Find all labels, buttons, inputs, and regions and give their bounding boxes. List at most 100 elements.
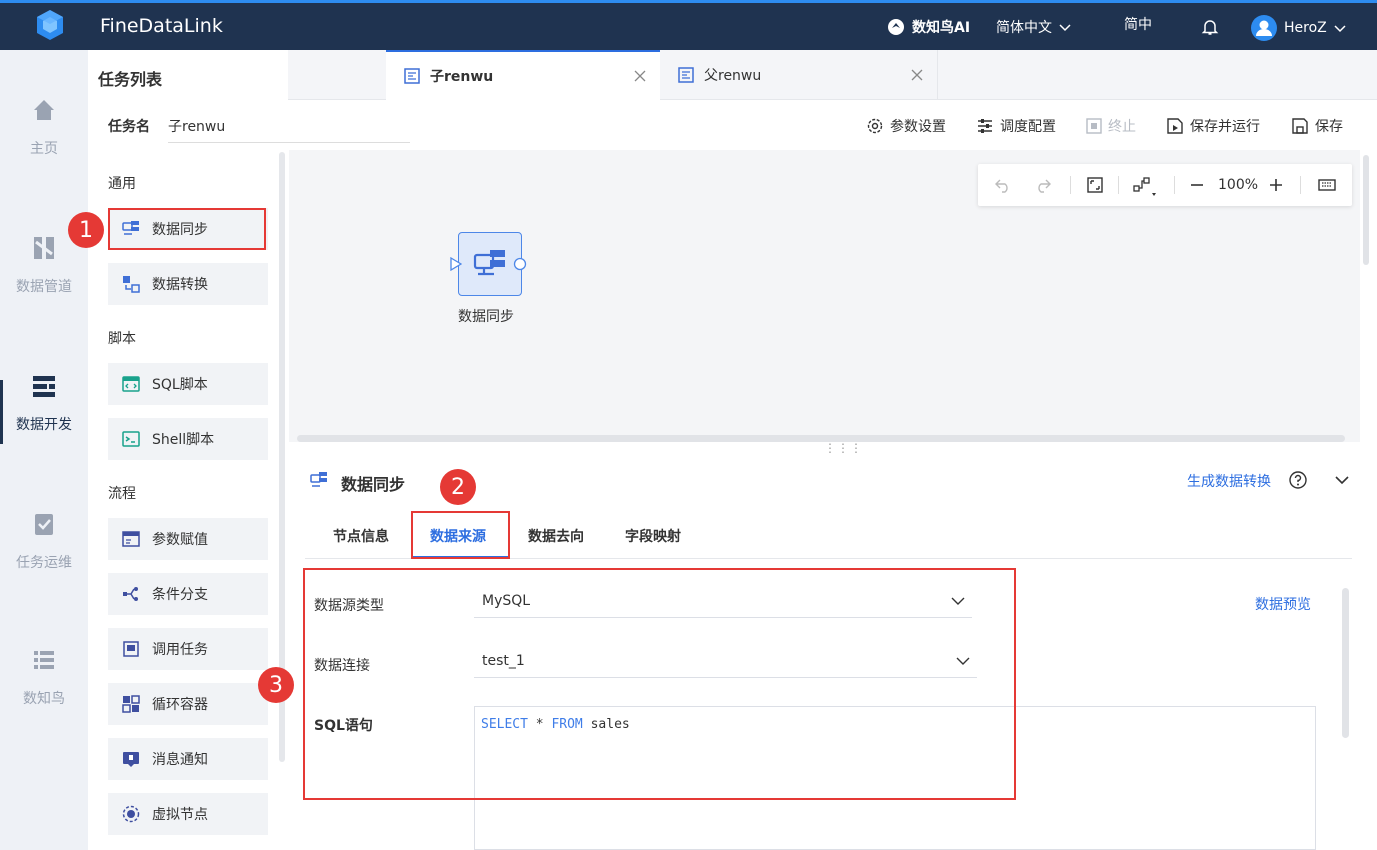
task-ops-icon (35, 514, 53, 535)
nav-item-data-dev[interactable]: 数据开发 (0, 372, 88, 434)
node-input-port-icon[interactable] (450, 257, 462, 271)
node-label: 调用任务 (152, 642, 208, 658)
bell-icon[interactable] (1200, 17, 1220, 37)
left-nav (0, 50, 88, 850)
nav-label: 主页 (30, 141, 58, 157)
section-title: 通用 (108, 176, 136, 192)
toolbar-label: 调度配置 (1000, 119, 1056, 135)
annotation-box-1 (108, 208, 266, 250)
sliders-icon (978, 119, 992, 133)
help-icon[interactable] (1288, 470, 1308, 490)
language-select[interactable]: 简体中文 (996, 17, 1072, 37)
top-bar: FineDataLink 数知鸟AI 简体中文 简中 HeroZ (0, 0, 1377, 50)
nav-item-shuzhiniao[interactable]: 数知鸟 (0, 646, 88, 708)
chevron-down-icon (1059, 24, 1071, 32)
tab-parent-task[interactable]: 父renwu (660, 50, 938, 100)
panel-title: 任务列表 (98, 70, 163, 89)
close-icon[interactable] (911, 69, 923, 81)
node-condition-branch[interactable]: 条件分支 (108, 573, 268, 615)
node-message-notify[interactable]: 消息通知 (108, 738, 268, 780)
node-call-task[interactable]: 调用任务 (108, 628, 268, 670)
task-name-input[interactable]: 子renwu (168, 116, 410, 143)
save-run-icon (1167, 118, 1183, 134)
undo-icon[interactable] (994, 176, 1012, 194)
list-icon (34, 651, 54, 669)
save-run-button[interactable]: 保存并运行 (1166, 116, 1260, 136)
subtab-node-info[interactable]: 节点信息 (333, 526, 389, 546)
app-brand: FineDataLink (100, 15, 223, 37)
nav-item-task-ops[interactable]: 任务运维 (0, 510, 88, 572)
chevron-down-icon (1334, 25, 1346, 33)
data-preview-link[interactable]: 数据预览 (1255, 594, 1311, 614)
app-logo (37, 10, 63, 40)
data-dev-icon (33, 376, 55, 397)
detail-scrollbar[interactable] (1342, 588, 1349, 738)
annotation-badge-1: 1 (68, 212, 104, 248)
tab-child-task[interactable]: 子renwu (386, 50, 660, 100)
user-name: HeroZ (1284, 20, 1327, 36)
toolbar-label: 参数设置 (890, 119, 946, 135)
node-label: 数据转换 (152, 277, 208, 293)
splitter-handle[interactable]: ⋮⋮⋮ (824, 441, 863, 455)
node-sql-script[interactable]: SQL脚本 (108, 363, 268, 405)
nav-label: 数据开发 (16, 417, 72, 433)
data-transform-icon (123, 276, 140, 293)
call-task-icon (123, 641, 139, 657)
node-label: 消息通知 (152, 752, 208, 768)
generate-transform-link[interactable]: 生成数据转换 (1187, 471, 1271, 491)
stop-button[interactable]: 终止 (1086, 116, 1136, 136)
node-label: 条件分支 (152, 587, 208, 603)
language-label: 简体中文 (996, 20, 1052, 36)
zoom-out-icon[interactable] (1188, 176, 1206, 194)
subtab-data-target[interactable]: 数据去向 (528, 526, 584, 546)
node-data-transform[interactable]: 数据转换 (108, 263, 268, 305)
node-output-port-icon[interactable] (513, 257, 527, 271)
canvas-hscrollbar[interactable] (297, 435, 1345, 442)
lang-short-toggle[interactable]: 简中 (1124, 14, 1152, 34)
user-menu[interactable]: HeroZ (1250, 14, 1347, 42)
data-sync-icon (310, 472, 327, 487)
nav-item-home[interactable]: 主页 (0, 96, 88, 158)
canvas-vscrollbar[interactable] (1363, 155, 1369, 265)
annotation-box-3 (303, 568, 1016, 800)
node-param-assign[interactable]: 参数赋值 (108, 518, 268, 560)
avatar-icon (1251, 15, 1277, 41)
node-shell-script[interactable]: Shell脚本 (108, 418, 268, 460)
node-virtual[interactable]: 虚拟节点 (108, 793, 268, 835)
schedule-config-button[interactable]: 调度配置 (976, 116, 1056, 136)
divider (1300, 176, 1301, 194)
redo-icon[interactable] (1034, 176, 1052, 194)
ai-assistant-button[interactable]: 数知鸟AI (886, 17, 970, 37)
annotation-badge-3: 3 (258, 667, 294, 703)
node-label: SQL脚本 (152, 377, 208, 393)
toolbar-label: 保存 (1315, 119, 1343, 135)
task-file-icon (404, 68, 420, 84)
section-title: 脚本 (108, 331, 136, 347)
divider (1118, 176, 1119, 194)
subtab-field-mapping[interactable]: 字段映射 (625, 526, 681, 546)
canvas-node-label: 数据同步 (458, 309, 514, 325)
nav-label: 任务运维 (16, 555, 72, 571)
loop-container-icon (122, 695, 140, 713)
keyboard-icon[interactable] (1318, 176, 1336, 194)
tab-label: 子renwu (430, 69, 494, 85)
save-button[interactable]: 保存 (1291, 116, 1343, 136)
zoom-in-icon[interactable] (1267, 176, 1285, 194)
annotation-badge-2: 2 (440, 469, 476, 505)
node-label: 参数赋值 (152, 532, 208, 548)
task-name-label: 任务名 (108, 119, 150, 135)
chevron-down-icon[interactable] (1334, 472, 1350, 488)
layout-icon[interactable] (1132, 176, 1158, 198)
param-settings-button[interactable]: 参数设置 (866, 116, 946, 136)
node-label: 循环容器 (152, 697, 208, 713)
pipeline-icon (34, 237, 54, 259)
fit-view-icon[interactable] (1086, 176, 1104, 194)
ai-label: 数知鸟AI (912, 20, 971, 36)
annotation-box-2 (411, 511, 510, 559)
sql-script-icon (122, 376, 140, 392)
gear-icon (867, 118, 883, 134)
node-loop-container[interactable]: 循环容器 (108, 683, 268, 725)
close-icon[interactable] (634, 70, 646, 82)
data-sync-icon (473, 250, 505, 276)
param-assign-icon (122, 531, 140, 547)
